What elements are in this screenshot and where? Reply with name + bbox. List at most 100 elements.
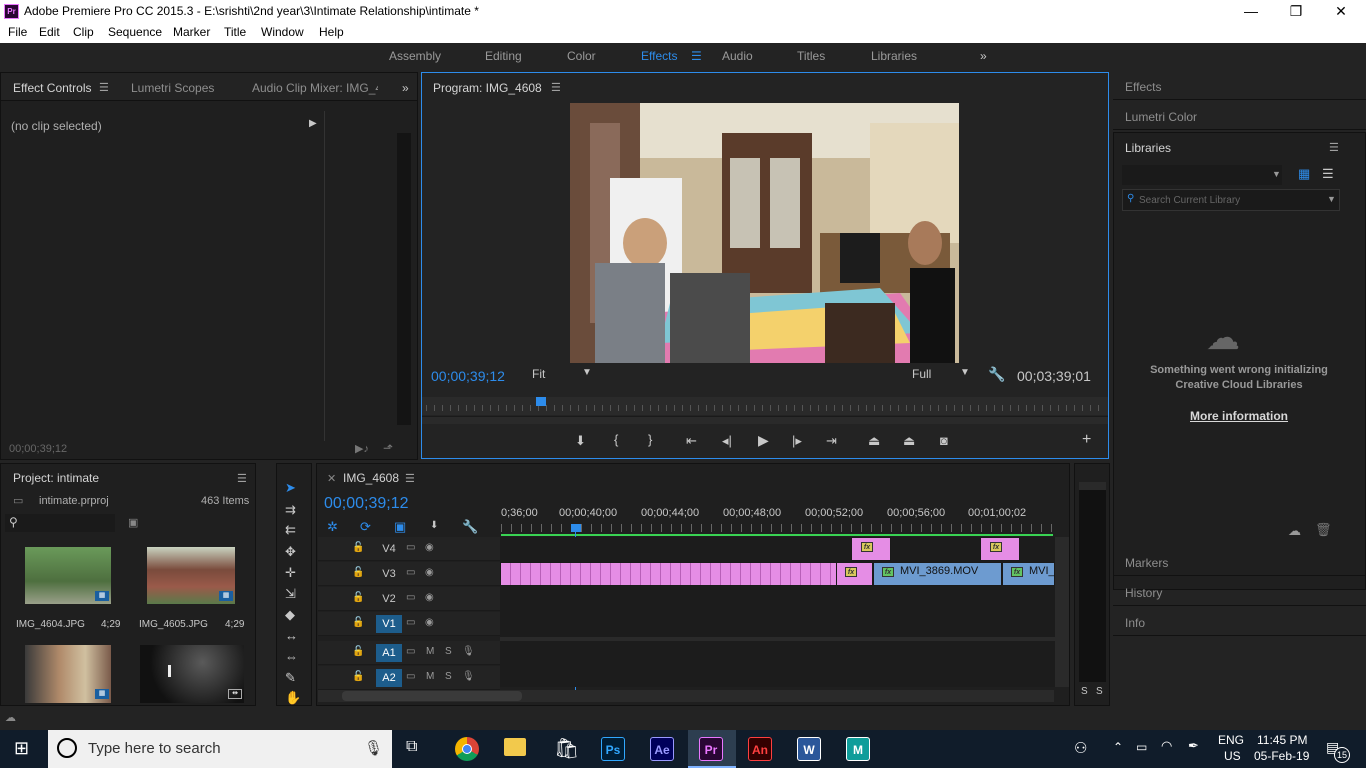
clip-v3-stills[interactable] bbox=[500, 562, 837, 586]
track-select-backward-icon[interactable]: ⇇ bbox=[285, 522, 296, 538]
task-view-icon[interactable]: ⧉ bbox=[406, 738, 417, 756]
project-thumbnail[interactable]: ▦ bbox=[147, 547, 235, 604]
tab-audio-clip-mixer[interactable]: Audio Clip Mixer: IMG_46 bbox=[252, 81, 378, 95]
add-button-icon[interactable]: + bbox=[1082, 431, 1091, 449]
wrench-icon[interactable]: 🔧 bbox=[988, 366, 1005, 383]
go-to-in-icon[interactable]: ⇤ bbox=[686, 433, 697, 449]
library-select-dropdown[interactable] bbox=[1122, 165, 1282, 185]
project-panel-title[interactable]: Project: intimate bbox=[13, 471, 99, 485]
list-view-icon[interactable]: ☰ bbox=[1322, 166, 1334, 182]
track-label[interactable]: A1 bbox=[376, 644, 402, 662]
trash-icon[interactable]: 🗑 bbox=[1315, 522, 1332, 538]
slip-tool-icon[interactable]: ↔ bbox=[285, 628, 298, 643]
windows-start-icon[interactable]: ⊞ bbox=[14, 738, 29, 759]
clock-date[interactable]: 05-Feb-19 bbox=[1254, 749, 1309, 763]
chrome-icon[interactable] bbox=[455, 737, 479, 761]
slide-tool-icon[interactable]: ⇔ bbox=[285, 649, 298, 664]
tab-lumetri-scopes[interactable]: Lumetri Scopes bbox=[131, 81, 214, 95]
timeline-playhead-handle[interactable] bbox=[571, 524, 581, 532]
expand-triangle-icon[interactable]: ▶ bbox=[309, 118, 317, 129]
scroll-thumb[interactable] bbox=[342, 691, 522, 701]
timeline-settings-icon[interactable]: 🔧 bbox=[462, 519, 478, 535]
program-current-timecode[interactable]: 00;00;39;12 bbox=[431, 368, 505, 384]
people-icon[interactable]: ⚇ bbox=[1074, 739, 1087, 757]
add-marker-icon[interactable]: ⬇ bbox=[575, 433, 586, 449]
meter-solo-right-button[interactable]: S bbox=[1096, 686, 1103, 697]
cc-sync-icon[interactable]: ☁ bbox=[1288, 523, 1301, 539]
filter-audio-icon[interactable]: ▶♪ bbox=[355, 442, 369, 455]
project-menu-icon[interactable]: ☰ bbox=[237, 472, 247, 485]
extract-icon[interactable]: ⏏ bbox=[903, 433, 915, 449]
timeline-ruler[interactable]: 0;36;00 00;00;40;00 00;00;44;00 00;00;48… bbox=[501, 504, 1053, 536]
language-top[interactable]: ENG bbox=[1218, 733, 1244, 747]
hand-tool-icon[interactable]: ✋ bbox=[285, 690, 301, 706]
program-monitor-tab[interactable]: Program: IMG_4608 bbox=[433, 81, 542, 95]
microphone-icon[interactable]: 🎙 bbox=[462, 671, 475, 682]
step-back-icon[interactable]: ◂| bbox=[722, 433, 732, 449]
project-search-input[interactable]: ⚲ bbox=[5, 514, 115, 532]
mute-button[interactable]: M bbox=[426, 671, 434, 682]
info-panel-header[interactable]: Info bbox=[1113, 608, 1366, 636]
history-panel-header[interactable]: History bbox=[1113, 578, 1366, 606]
snap-icon[interactable]: ⟳ bbox=[360, 519, 371, 535]
linked-selection-icon[interactable]: ▣ bbox=[394, 519, 406, 535]
nest-icon[interactable]: ✲ bbox=[327, 519, 338, 535]
workspace-titles[interactable]: Titles bbox=[797, 49, 825, 63]
track-label[interactable]: V1 bbox=[376, 615, 402, 633]
pen-ink-icon[interactable]: ✒ bbox=[1188, 738, 1199, 754]
mark-in-icon[interactable]: { bbox=[614, 432, 618, 447]
eye-icon[interactable]: ◉ bbox=[425, 542, 434, 553]
program-menu-icon[interactable]: ☰ bbox=[551, 81, 561, 94]
timeline-horizontal-scrollbar[interactable] bbox=[318, 690, 1054, 702]
sync-lock-icon[interactable]: ▭ bbox=[406, 646, 415, 657]
menu-window[interactable]: Window bbox=[261, 25, 304, 39]
store-icon[interactable]: 🛍 bbox=[554, 736, 579, 761]
pen-tool-icon[interactable]: ✎ bbox=[285, 670, 296, 686]
play-icon[interactable]: ▶ bbox=[758, 432, 769, 449]
workspace-assembly[interactable]: Assembly bbox=[389, 49, 441, 63]
sync-lock-icon[interactable]: ▭ bbox=[406, 592, 415, 603]
timeline-menu-icon[interactable]: ☰ bbox=[405, 472, 415, 485]
meter-solo-left-button[interactable]: S bbox=[1081, 686, 1088, 697]
export-frame-icon[interactable]: ◙ bbox=[940, 433, 948, 448]
markers-panel-header[interactable]: Markers bbox=[1113, 548, 1366, 576]
libraries-panel-title[interactable]: Libraries bbox=[1125, 141, 1171, 155]
eye-icon[interactable]: ◉ bbox=[425, 592, 434, 603]
sync-lock-icon[interactable]: ▭ bbox=[406, 542, 415, 553]
word-icon[interactable]: W bbox=[797, 737, 821, 761]
razor-tool-icon[interactable]: ◆ bbox=[285, 607, 295, 623]
sync-lock-icon[interactable]: ▭ bbox=[406, 671, 415, 682]
rate-stretch-tool-icon[interactable]: ⇲ bbox=[285, 586, 296, 602]
minimize-button[interactable]: — bbox=[1228, 0, 1274, 23]
clip-v3-transition[interactable]: fx bbox=[836, 562, 873, 586]
lock-icon[interactable]: 🔓 bbox=[352, 567, 364, 578]
lock-icon[interactable]: 🔓 bbox=[352, 592, 364, 603]
microphone-icon[interactable]: 🎙 bbox=[462, 646, 475, 657]
lock-icon[interactable]: 🔓 bbox=[352, 671, 364, 682]
after-effects-icon[interactable]: Ae bbox=[650, 737, 674, 761]
tab-effect-controls[interactable]: Effect Controls bbox=[13, 81, 91, 95]
work-area-bar[interactable] bbox=[501, 534, 1053, 536]
eye-icon[interactable]: ◉ bbox=[425, 617, 434, 628]
panel-menu-icon[interactable]: ☰ bbox=[99, 81, 109, 94]
project-thumbnail[interactable]: ▦ bbox=[25, 645, 111, 703]
lock-icon[interactable]: 🔓 bbox=[352, 646, 364, 657]
program-playhead[interactable] bbox=[536, 397, 547, 406]
battery-icon[interactable]: ▭ bbox=[1136, 740, 1147, 754]
show-hidden-icons-icon[interactable]: ⌃ bbox=[1113, 740, 1123, 754]
libraries-menu-icon[interactable]: ☰ bbox=[1329, 141, 1339, 154]
timeline-track-area[interactable] bbox=[500, 537, 1055, 687]
file-explorer-icon[interactable] bbox=[504, 738, 526, 756]
track-label[interactable]: A2 bbox=[376, 669, 402, 687]
more-tabs-icon[interactable]: » bbox=[402, 81, 409, 95]
ripple-edit-tool-icon[interactable]: ✥ bbox=[285, 544, 296, 560]
maximize-button[interactable]: ❐ bbox=[1273, 0, 1319, 23]
mark-out-icon[interactable]: } bbox=[648, 432, 652, 447]
maya-icon[interactable]: M bbox=[846, 737, 870, 761]
find-icon[interactable]: ▣ bbox=[128, 516, 138, 529]
lock-icon[interactable]: 🔓 bbox=[352, 617, 364, 628]
menu-sequence[interactable]: Sequence bbox=[108, 25, 162, 39]
menu-clip[interactable]: Clip bbox=[73, 25, 94, 39]
close-button[interactable]: ✕ bbox=[1318, 0, 1364, 23]
selection-tool-icon[interactable]: ➤ bbox=[285, 480, 296, 496]
